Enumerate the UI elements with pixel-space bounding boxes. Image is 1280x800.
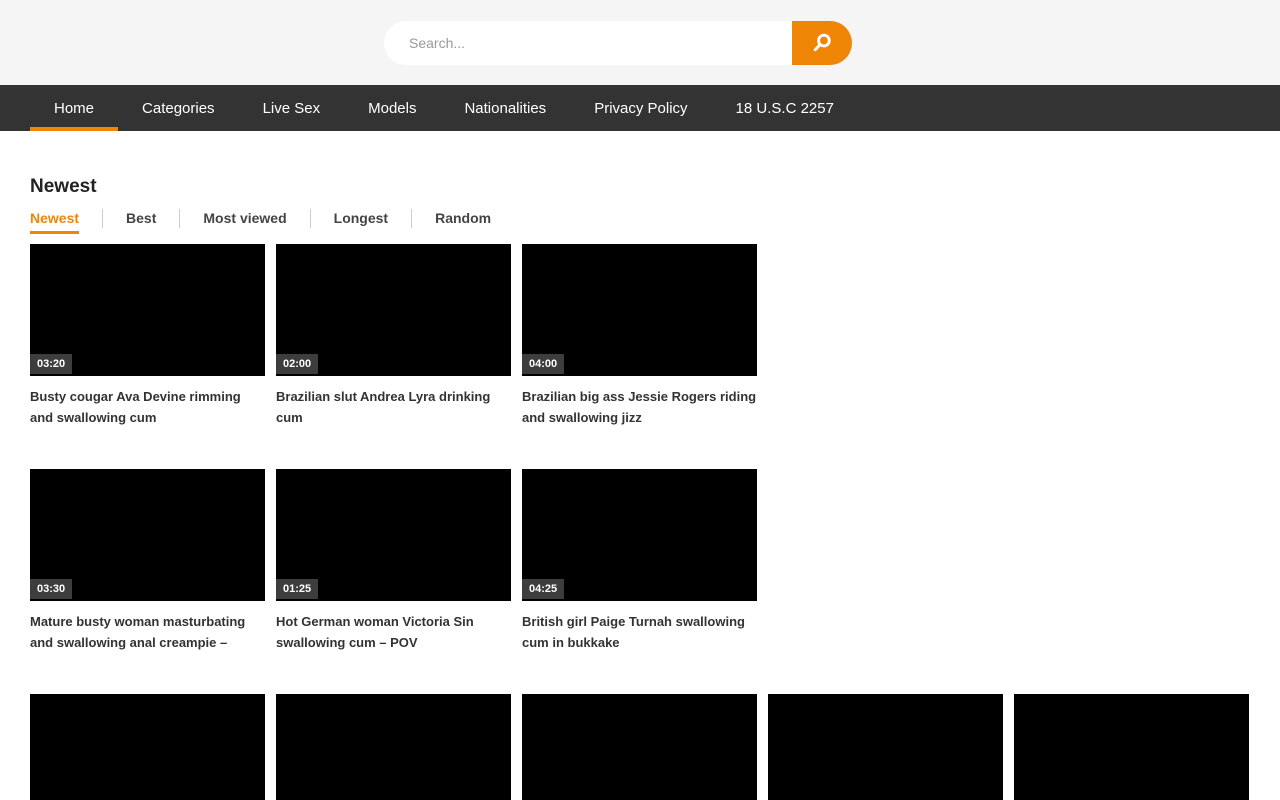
video-title[interactable]: Brazilian big ass Jessie Rogers riding a… (522, 386, 757, 428)
search-input[interactable] (384, 21, 792, 65)
search-form (384, 21, 852, 65)
video-card[interactable]: 02:00 Brazilian slut Andrea Lyra drinking… (276, 244, 511, 428)
main-nav: HomeCategoriesLive SexModelsNationalitie… (0, 85, 1280, 131)
video-thumbnail[interactable] (1014, 694, 1249, 800)
main-content: Newest Newest Best Most viewed Longest Rando… (0, 175, 1280, 800)
video-card[interactable] (768, 694, 1003, 800)
duration-badge: 01:25 (276, 579, 318, 599)
video-thumbnail[interactable]: 04:00 (522, 244, 757, 376)
tab-longest[interactable]: Longest (334, 209, 388, 234)
video-thumbnail[interactable] (276, 694, 511, 800)
video-thumbnail[interactable]: 04:25 (522, 469, 757, 601)
video-card[interactable]: 04:00 Brazilian big ass Jessie Rogers rid… (522, 244, 757, 428)
duration-badge: 03:30 (30, 579, 72, 599)
nav-item-home[interactable]: Home (30, 85, 118, 131)
video-title[interactable]: Mature busty woman masturbating and swal… (30, 611, 265, 653)
video-card[interactable] (30, 694, 265, 800)
page-title: Newest (30, 175, 1250, 198)
duration-badge: 03:20 (30, 354, 72, 374)
top-header (0, 0, 1280, 85)
video-card[interactable] (276, 694, 511, 800)
sort-tabs: Newest Best Most viewed Longest Random (30, 209, 1250, 234)
tab-random[interactable]: Random (435, 209, 491, 234)
video-thumbnail[interactable] (522, 694, 757, 800)
video-thumbnail[interactable]: 03:20 (30, 244, 265, 376)
video-title[interactable]: Hot German woman Victoria Sin swallowing… (276, 611, 511, 653)
video-title[interactable]: British girl Paige Turnah swallowing cum… (522, 611, 757, 653)
tab-divider (179, 209, 180, 228)
nav-item-live-sex[interactable]: Live Sex (239, 85, 345, 131)
video-card[interactable]: 04:25 British girl Paige Turnah swallowin… (522, 469, 757, 653)
tab-divider (102, 209, 103, 228)
tab-newest[interactable]: Newest (30, 209, 79, 234)
video-grid: 03:20 Busty cougar Ava Devine rimming and… (30, 244, 1250, 800)
video-thumbnail[interactable]: 02:00 (276, 244, 511, 376)
nav-item-models[interactable]: Models (344, 85, 440, 131)
nav-item-nationalities[interactable]: Nationalities (440, 85, 570, 131)
tab-divider (310, 209, 311, 228)
video-row: 03:30 Mature busty woman masturbating and… (30, 469, 1250, 653)
nav-item-categories[interactable]: Categories (118, 85, 239, 131)
video-thumbnail[interactable]: 01:25 (276, 469, 511, 601)
video-thumbnail[interactable] (768, 694, 1003, 800)
video-card[interactable] (522, 694, 757, 800)
tab-best[interactable]: Best (126, 209, 156, 234)
nav-item-privacy-policy[interactable]: Privacy Policy (570, 85, 711, 131)
duration-badge: 02:00 (276, 354, 318, 374)
video-card[interactable]: 03:30 Mature busty woman masturbating and… (30, 469, 265, 653)
video-card[interactable]: 01:25 Hot German woman Victoria Sin swall… (276, 469, 511, 653)
video-row: 03:20 Busty cougar Ava Devine rimming and… (30, 244, 1250, 428)
nav-item-18-u-s-c-2257[interactable]: 18 U.S.C 2257 (712, 85, 858, 131)
search-icon (811, 31, 834, 54)
video-title[interactable]: Brazilian slut Andrea Lyra drinking cum (276, 386, 511, 428)
duration-badge: 04:25 (522, 579, 564, 599)
duration-badge: 04:00 (522, 354, 564, 374)
video-title[interactable]: Busty cougar Ava Devine rimming and swal… (30, 386, 265, 428)
video-row (30, 694, 1250, 800)
video-thumbnail[interactable]: 03:30 (30, 469, 265, 601)
video-card[interactable] (1014, 694, 1249, 800)
search-button[interactable] (792, 21, 852, 65)
video-card[interactable]: 03:20 Busty cougar Ava Devine rimming and… (30, 244, 265, 428)
tab-most-viewed[interactable]: Most viewed (203, 209, 286, 234)
video-thumbnail[interactable] (30, 694, 265, 800)
tab-divider (411, 209, 412, 228)
